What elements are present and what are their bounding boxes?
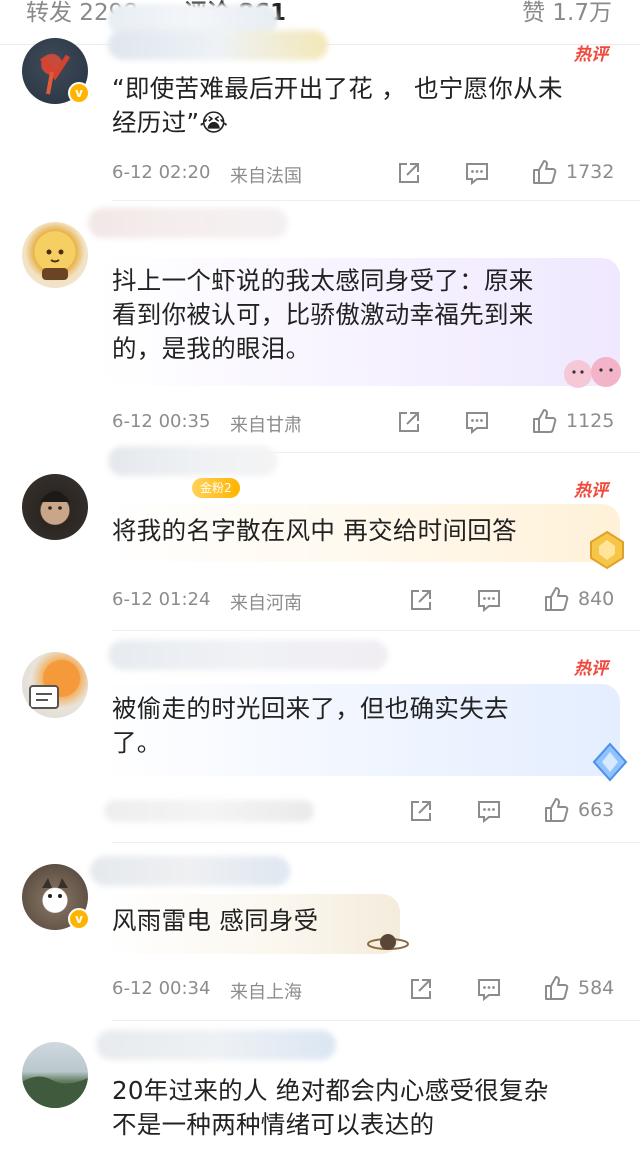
comment-icon bbox=[466, 412, 488, 435]
comment-location: 来自法国 bbox=[230, 166, 302, 187]
like-button[interactable]: 1732 bbox=[530, 158, 614, 186]
username-blurred[interactable] bbox=[88, 208, 288, 238]
username-blurred[interactable] bbox=[96, 1030, 336, 1060]
hot-comment-tag: 热评 bbox=[574, 481, 608, 501]
comment-text: 风雨雷电 感同身受 bbox=[112, 904, 319, 938]
like-count: 584 bbox=[578, 977, 615, 999]
reply-button[interactable] bbox=[476, 798, 502, 824]
planet-sticker-icon bbox=[367, 934, 409, 950]
comment-text-line: 被偷走的时光回来了，但也确实失去 bbox=[112, 694, 509, 723]
hot-comment-tag: 热评 bbox=[574, 45, 608, 65]
comment-text-line: 的，是我的眼泪。 bbox=[112, 334, 311, 363]
tab-likes[interactable]: 赞 1.7万 bbox=[522, 0, 612, 26]
avatar-image-icon bbox=[29, 685, 59, 709]
comment-location: 来自河南 bbox=[230, 593, 302, 614]
comment-text: “即使苦难最后开出了花 ， 也宁愿你从未 经历过”😭 bbox=[112, 72, 563, 140]
reply-button[interactable] bbox=[476, 976, 502, 1002]
comment-text-line: “即使苦难最后开出了花 ， 也宁愿你从未 bbox=[112, 74, 563, 103]
avatar[interactable] bbox=[22, 222, 88, 288]
diamond-badge-icon bbox=[592, 742, 628, 782]
like-button[interactable]: 1125 bbox=[530, 407, 614, 435]
share-button[interactable] bbox=[396, 409, 422, 435]
avatar[interactable] bbox=[22, 652, 88, 718]
comment-text-line: 抖上一个虾说的我太感同身受了：原来 bbox=[112, 266, 534, 295]
share-button[interactable] bbox=[408, 976, 434, 1002]
like-count: 840 bbox=[578, 588, 615, 610]
thumbs-up-icon bbox=[545, 976, 569, 1000]
comment-text-line: 经历过”😭 bbox=[112, 108, 229, 137]
share-button[interactable] bbox=[408, 798, 434, 824]
verified-badge-icon: v bbox=[68, 908, 90, 930]
like-count: 1732 bbox=[566, 161, 615, 183]
comment-divider bbox=[112, 200, 640, 201]
comment-icon bbox=[466, 163, 488, 186]
comment-divider bbox=[112, 630, 640, 631]
share-icon bbox=[411, 801, 431, 821]
comment-date: 6-12 01:24 bbox=[112, 589, 211, 610]
comment-divider bbox=[112, 1020, 640, 1021]
reply-button[interactable] bbox=[476, 587, 502, 613]
comment-text: 20年过来的人 绝对都会内心感受很复杂 不是一种两种情绪可以表达的 bbox=[112, 1074, 549, 1142]
like-button[interactable]: 840 bbox=[542, 585, 614, 613]
reply-button[interactable] bbox=[464, 160, 490, 186]
username-blurred[interactable] bbox=[108, 30, 328, 60]
avatar-image-icon bbox=[42, 249, 68, 280]
avatar[interactable] bbox=[22, 474, 88, 540]
comment-date: 6-12 00:35 bbox=[112, 411, 211, 432]
like-button[interactable]: 663 bbox=[542, 796, 614, 824]
like-count: 663 bbox=[578, 799, 615, 821]
comment-text-line: 不是一种两种情绪可以表达的 bbox=[112, 1110, 435, 1139]
fan-level-badge: 金粉2 bbox=[192, 478, 240, 498]
share-icon bbox=[399, 163, 419, 183]
username-blurred[interactable] bbox=[90, 856, 290, 886]
share-button[interactable] bbox=[408, 587, 434, 613]
comment-location: 来自上海 bbox=[230, 982, 302, 1003]
comment-text: 被偷走的时光回来了，但也确实失去 了。 bbox=[112, 692, 509, 760]
username-blurred[interactable] bbox=[108, 640, 388, 670]
comment-text-line: 20年过来的人 绝对都会内心感受很复杂 bbox=[112, 1076, 549, 1105]
reply-button[interactable] bbox=[464, 409, 490, 435]
username-blurred[interactable] bbox=[108, 446, 278, 476]
like-count: 1125 bbox=[566, 410, 615, 432]
thumbs-up-icon bbox=[533, 160, 557, 184]
thumbs-up-icon bbox=[545, 587, 569, 611]
like-button[interactable]: 584 bbox=[542, 974, 614, 1002]
tab-bar: 转发 2298 评论 861 赞 1.7万 bbox=[0, 0, 640, 34]
comment-text-line: 了。 bbox=[112, 728, 162, 757]
gold-medal-icon bbox=[590, 530, 624, 570]
verified-badge-icon: v bbox=[68, 82, 90, 104]
comment-location: 来自甘肃 bbox=[230, 415, 302, 436]
comment-icon bbox=[478, 801, 500, 824]
comment-icon bbox=[478, 590, 500, 613]
hot-comment-tag: 热评 bbox=[574, 659, 608, 679]
comment-text: 将我的名字散在风中 再交给时间回答 bbox=[112, 514, 517, 548]
thumbs-up-icon bbox=[533, 409, 557, 433]
share-icon bbox=[411, 590, 431, 610]
bubble-sticker-icon bbox=[564, 357, 621, 388]
share-icon bbox=[399, 412, 419, 432]
avatar[interactable] bbox=[22, 1042, 88, 1108]
comment-date: 6-12 02:20 bbox=[112, 162, 211, 183]
comment-text-line: 将我的名字散在风中 再交给时间回答 bbox=[112, 516, 517, 545]
avatar-image-icon bbox=[40, 491, 70, 510]
avatar-image-icon bbox=[22, 1076, 88, 1108]
comment-icon bbox=[478, 979, 500, 1002]
comment-text-line: 看到你被认可，比骄傲激动幸福先到来 bbox=[112, 300, 534, 329]
share-button[interactable] bbox=[396, 160, 422, 186]
comment-date: 6-12 00:34 bbox=[112, 978, 211, 999]
share-icon bbox=[411, 979, 431, 999]
comment-text: 抖上一个虾说的我太感同身受了：原来 看到你被认可，比骄傲激动幸福先到来 的，是我… bbox=[112, 264, 534, 366]
comment-divider bbox=[112, 842, 640, 843]
comment-text-line: 风雨雷电 感同身受 bbox=[112, 906, 319, 935]
meta-blurred bbox=[104, 800, 314, 822]
thumbs-up-icon bbox=[545, 798, 569, 822]
